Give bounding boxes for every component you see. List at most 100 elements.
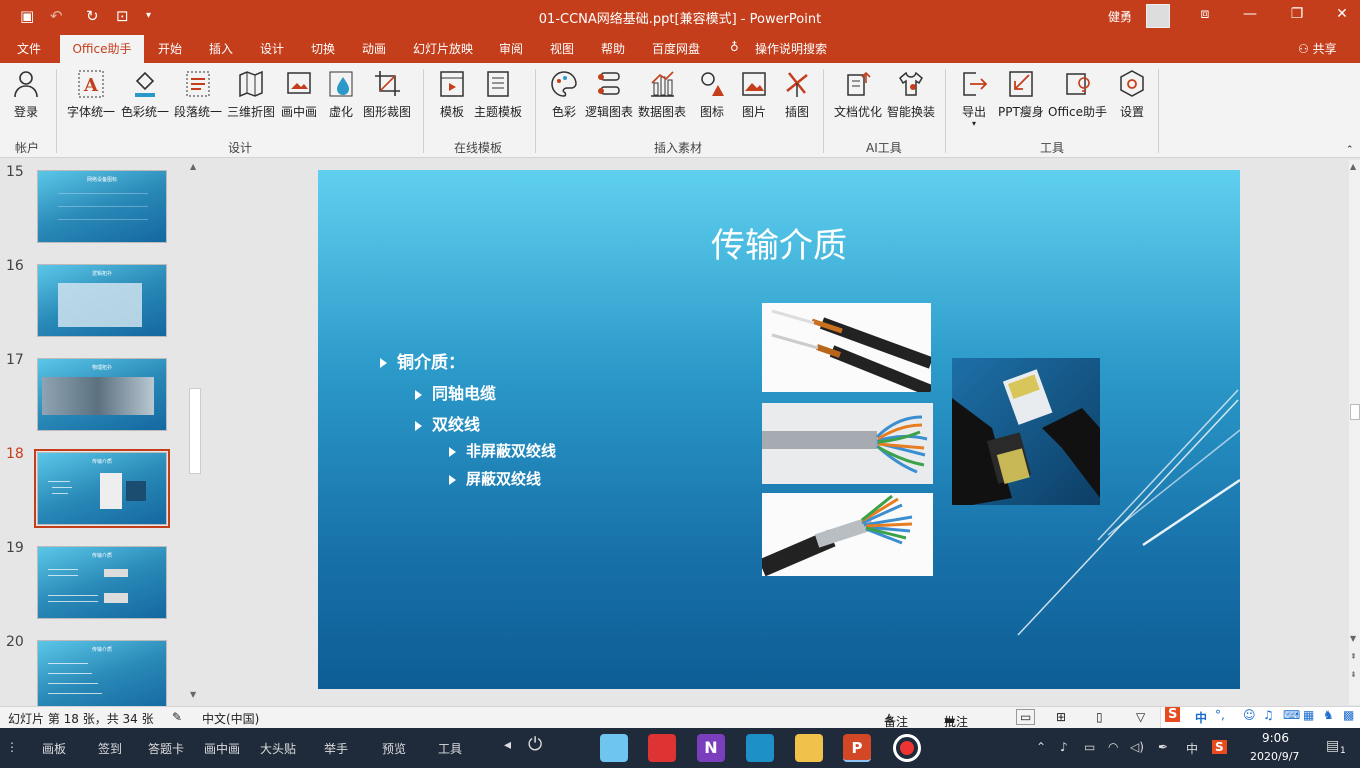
scrollbar-thumb[interactable] xyxy=(189,388,201,474)
power-icon[interactable]: ⏻ xyxy=(528,734,542,755)
tab-baidu-netdisk[interactable]: 百度网盘 xyxy=(652,40,700,57)
login-button[interactable]: 登录 xyxy=(12,69,40,120)
settings-button[interactable]: 设置 xyxy=(1118,69,1146,120)
user-name[interactable]: 健勇 xyxy=(1108,8,1132,25)
emoji-icon[interactable]: ☺ xyxy=(1243,708,1256,722)
battery-icon[interactable]: ▭ xyxy=(1084,740,1095,754)
minimize-button[interactable]: — xyxy=(1235,6,1265,22)
taskbar-item-drawing-board[interactable]: 画板 xyxy=(42,740,66,757)
skin-icon[interactable]: ▦ xyxy=(1303,708,1314,722)
image-button[interactable]: 图片 xyxy=(740,69,768,120)
tab-review[interactable]: 审阅 xyxy=(499,40,523,57)
tab-animations[interactable]: 动画 xyxy=(362,40,386,57)
share-button[interactable]: ⚇ 共享 xyxy=(1298,40,1337,57)
app-icon-qq[interactable] xyxy=(600,734,628,762)
sogou-icon[interactable]: S xyxy=(1212,740,1227,754)
tab-view[interactable]: 视图 xyxy=(550,40,574,57)
wifi-icon[interactable]: ◠ xyxy=(1108,740,1118,754)
ime-mode[interactable]: 中 xyxy=(1195,709,1207,726)
template-button[interactable]: 模板 xyxy=(438,69,466,120)
next-slide-icon[interactable]: ⇟ xyxy=(1350,670,1357,679)
bullet-level-3[interactable]: 非屏蔽双绞线 xyxy=(449,440,556,461)
tab-office-assistant[interactable]: Office助手 xyxy=(60,35,144,63)
slide-thumbnail-17[interactable]: 物理拓扑 xyxy=(37,358,167,431)
chevron-up-icon[interactable]: ⌃ xyxy=(1036,740,1046,754)
previous-slide-icon[interactable]: ⇞ xyxy=(1350,652,1357,661)
utp-cable-photo[interactable] xyxy=(762,403,933,484)
doc-optimize-button[interactable]: 文档优化 xyxy=(834,69,882,120)
taskbar-item-raise-hand[interactable]: 举手 xyxy=(324,740,348,757)
slide-thumbnail-20[interactable]: 传输介质 xyxy=(37,640,167,713)
smart-restyle-button[interactable]: 智能换装 xyxy=(887,69,935,120)
slideshow-icon[interactable]: ▽ xyxy=(1136,710,1145,724)
back-icon[interactable]: ◂ xyxy=(504,737,511,753)
tab-transitions[interactable]: 切换 xyxy=(311,40,335,57)
keyboard-icon[interactable]: ⌨ xyxy=(1283,708,1300,722)
reading-view-icon[interactable]: ▯ xyxy=(1096,710,1103,724)
slide-thumbnail-19[interactable]: 传输介质 xyxy=(37,546,167,619)
language-indicator[interactable]: 中文(中国) xyxy=(202,710,259,727)
close-button[interactable]: ✕ xyxy=(1327,6,1357,22)
microphone-icon[interactable]: ♪ xyxy=(1060,740,1068,754)
taskbar-item-sticker[interactable]: 大头贴 xyxy=(260,740,296,757)
proofing-icon[interactable]: ✎ xyxy=(172,710,182,724)
data-chart-button[interactable]: 数据图表 xyxy=(638,69,686,120)
tell-me-search[interactable]: 操作说明搜索 xyxy=(755,40,827,57)
slide-sorter-icon[interactable]: ⊞ xyxy=(1056,710,1066,724)
stp-cable-photo[interactable] xyxy=(762,493,933,576)
taskbar-item-checkin[interactable]: 签到 xyxy=(98,740,122,757)
shape-crop-button[interactable]: 图形裁图 xyxy=(363,69,411,120)
taskbar-item-preview[interactable]: 预览 xyxy=(382,740,406,757)
icon-button[interactable]: 图标 xyxy=(698,69,726,120)
handle-icon[interactable]: ⋮ xyxy=(6,740,18,754)
toolbox-icon[interactable]: ▩ xyxy=(1343,708,1354,722)
tab-file[interactable]: 文件 xyxy=(17,40,41,57)
slide-scrollbar[interactable]: ▲ ▼ ⇞ ⇟ xyxy=(1349,160,1360,705)
3d-fold-button[interactable]: 三维折图 xyxy=(227,69,275,120)
thumbnail-scrollbar[interactable]: ▲ ▼ xyxy=(187,160,203,705)
punctuation-icon[interactable]: °, xyxy=(1215,708,1225,722)
slide-title[interactable]: 传输介质 xyxy=(318,218,1240,267)
font-unify-button[interactable]: A 字体统一 xyxy=(67,69,115,120)
slide-thumbnail-18[interactable]: 传输介质 xyxy=(37,452,167,525)
bullet-level-3[interactable]: 屏蔽双绞线 xyxy=(449,468,541,489)
picture-in-picture-button[interactable]: 画中画 xyxy=(281,69,317,120)
avatar[interactable] xyxy=(1146,4,1170,28)
taskbar-item-pip[interactable]: 画中画 xyxy=(204,740,240,757)
ppt-slim-button[interactable]: PPT瘦身 xyxy=(998,69,1044,120)
microphone-icon[interactable]: ♫ xyxy=(1263,708,1274,722)
paragraph-unify-button[interactable]: 段落统一 xyxy=(174,69,222,120)
scroll-up-icon[interactable]: ▲ xyxy=(190,162,196,171)
folder-icon[interactable] xyxy=(795,734,823,762)
app-icon-player[interactable] xyxy=(648,734,676,762)
scroll-down-icon[interactable]: ▼ xyxy=(190,690,196,699)
blur-button[interactable]: 虚化 xyxy=(327,69,355,120)
shirt-icon[interactable]: ♞ xyxy=(1323,708,1334,722)
onenote-icon[interactable]: N xyxy=(697,734,725,762)
tab-design[interactable]: 设计 xyxy=(260,40,284,57)
scroll-down-icon[interactable]: ▼ xyxy=(1350,634,1356,643)
bullet-level-2[interactable]: 同轴电缆 xyxy=(415,380,496,404)
tab-slideshow[interactable]: 幻灯片放映 xyxy=(413,40,473,57)
collapse-ribbon-icon[interactable]: ⌃ xyxy=(1346,145,1354,155)
theme-template-button[interactable]: 主题模板 xyxy=(474,69,522,120)
color-button[interactable]: 色彩 xyxy=(550,69,578,120)
tab-insert[interactable]: 插入 xyxy=(209,40,233,57)
color-unify-button[interactable]: 色彩统一 xyxy=(121,69,169,120)
slide-thumbnail-15[interactable]: 网络设备图标 xyxy=(37,170,167,243)
clock-time[interactable]: 9:06 xyxy=(1262,731,1289,745)
taskbar-item-answer-card[interactable]: 答题卡 xyxy=(148,740,184,757)
slide-canvas[interactable]: 传输介质 铜介质： 同轴电缆 双绞线 非屏蔽双绞线 屏蔽双绞线 xyxy=(318,170,1240,689)
taskbar-item-tools[interactable]: 工具 xyxy=(438,740,462,757)
ribbon-display-icon[interactable]: ⧈ xyxy=(1190,6,1220,22)
record-icon[interactable] xyxy=(893,734,921,762)
export-button[interactable]: 导出 ▾ xyxy=(960,69,988,128)
tab-home[interactable]: 开始 xyxy=(158,40,182,57)
slide-thumbnail-16[interactable]: 逻辑拓扑 xyxy=(37,264,167,337)
pen-icon[interactable]: ✒ xyxy=(1158,740,1168,754)
normal-view-icon[interactable]: ▭ xyxy=(1016,709,1036,725)
sogou-s-icon[interactable]: S xyxy=(1165,707,1181,722)
clock-date[interactable]: 2020/9/7 xyxy=(1250,750,1299,763)
coaxial-cable-photo[interactable] xyxy=(762,303,931,392)
scrollbar-thumb[interactable] xyxy=(1350,404,1360,420)
